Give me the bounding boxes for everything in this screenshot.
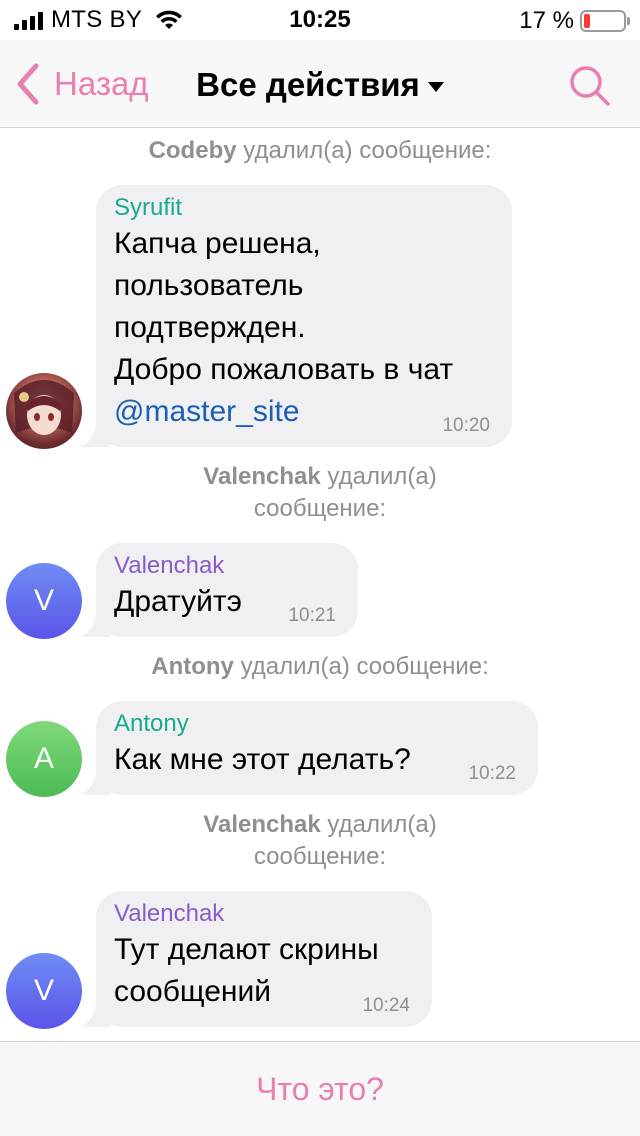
message-sender: Valenchak (114, 900, 225, 927)
search-icon[interactable] (568, 64, 612, 108)
event-row: Codeby удалил(а) сообщение: (0, 135, 640, 167)
avatar[interactable]: V (6, 953, 82, 1029)
event-action: удалил(а) сообщение: (240, 653, 489, 680)
message-line: Добро пожаловать в чат (114, 353, 454, 386)
battery-percent: 17 % (519, 7, 574, 34)
avatar[interactable]: V (6, 563, 82, 639)
avatar[interactable] (6, 373, 82, 449)
bubble-tail (80, 1003, 110, 1027)
message-sender: Syrufit (114, 194, 183, 221)
event-actor: Antony (151, 653, 234, 680)
what-is-this-button[interactable]: Что это? (256, 1071, 384, 1108)
battery-icon (580, 10, 630, 32)
message-text: Капча решена, пользователь подтвержден. … (114, 223, 494, 433)
message-bubble[interactable]: Valenchak Тут делают скрины сообщений 10… (80, 891, 432, 1027)
event-actor: Valenchak (203, 463, 321, 490)
message-time: 10:22 (468, 763, 516, 784)
event-action: сообщение: (253, 843, 387, 870)
caret-down-icon (427, 82, 444, 92)
event-row: Valenchak удалил(а) сообщение: (0, 809, 640, 873)
event-action: удалил(а) (327, 463, 437, 490)
bottom-bar: Что это? (0, 1041, 640, 1136)
message-sender: Valenchak (114, 552, 225, 579)
message-time: 10:21 (288, 605, 336, 626)
event-action: сообщение: (253, 495, 387, 522)
nav-bar: Назад Все действия (0, 40, 640, 128)
chat-log[interactable]: Codeby удалил(а) сообщение: Syrufit Капч… (0, 129, 640, 1041)
event-row: Antony удалил(а) сообщение: (0, 651, 640, 683)
bubble-tail (80, 771, 110, 795)
message-text: Как мне этот делать? (114, 743, 411, 776)
event-actor: Codeby (148, 137, 237, 164)
bubble-tail (80, 613, 110, 637)
mention-link[interactable]: @master_site (114, 391, 494, 433)
message-time: 10:24 (362, 995, 410, 1016)
message-time: 10:20 (442, 415, 490, 436)
message-line: Капча решена, (114, 227, 321, 260)
avatar-image (14, 380, 74, 435)
status-right: 17 % (519, 7, 630, 35)
event-actor: Valenchak (203, 811, 321, 838)
event-row: Valenchak удалил(а) сообщение: (0, 461, 640, 525)
event-action: удалил(а) (327, 811, 437, 838)
message-bubble[interactable]: Syrufit Капча решена, пользователь подтв… (80, 185, 512, 447)
avatar[interactable]: A (6, 721, 82, 797)
message-line: пользователь (114, 269, 304, 302)
message-line: подтвержден. (114, 311, 306, 344)
event-action: удалил(а) сообщение: (243, 137, 492, 164)
message-bubble[interactable]: Valenchak Дратуйтэ 10:21 (80, 543, 358, 637)
status-bar: MTS BY 10:25 17 % (0, 0, 640, 40)
page-title: Все действия (196, 66, 420, 103)
message-bubble[interactable]: Antony Как мне этот делать? 10:22 (80, 701, 538, 795)
bubble-tail (80, 423, 110, 447)
message-line: Тут делают скрины (114, 933, 379, 966)
message-sender: Antony (114, 710, 189, 737)
filter-dropdown[interactable]: Все действия (0, 66, 640, 104)
